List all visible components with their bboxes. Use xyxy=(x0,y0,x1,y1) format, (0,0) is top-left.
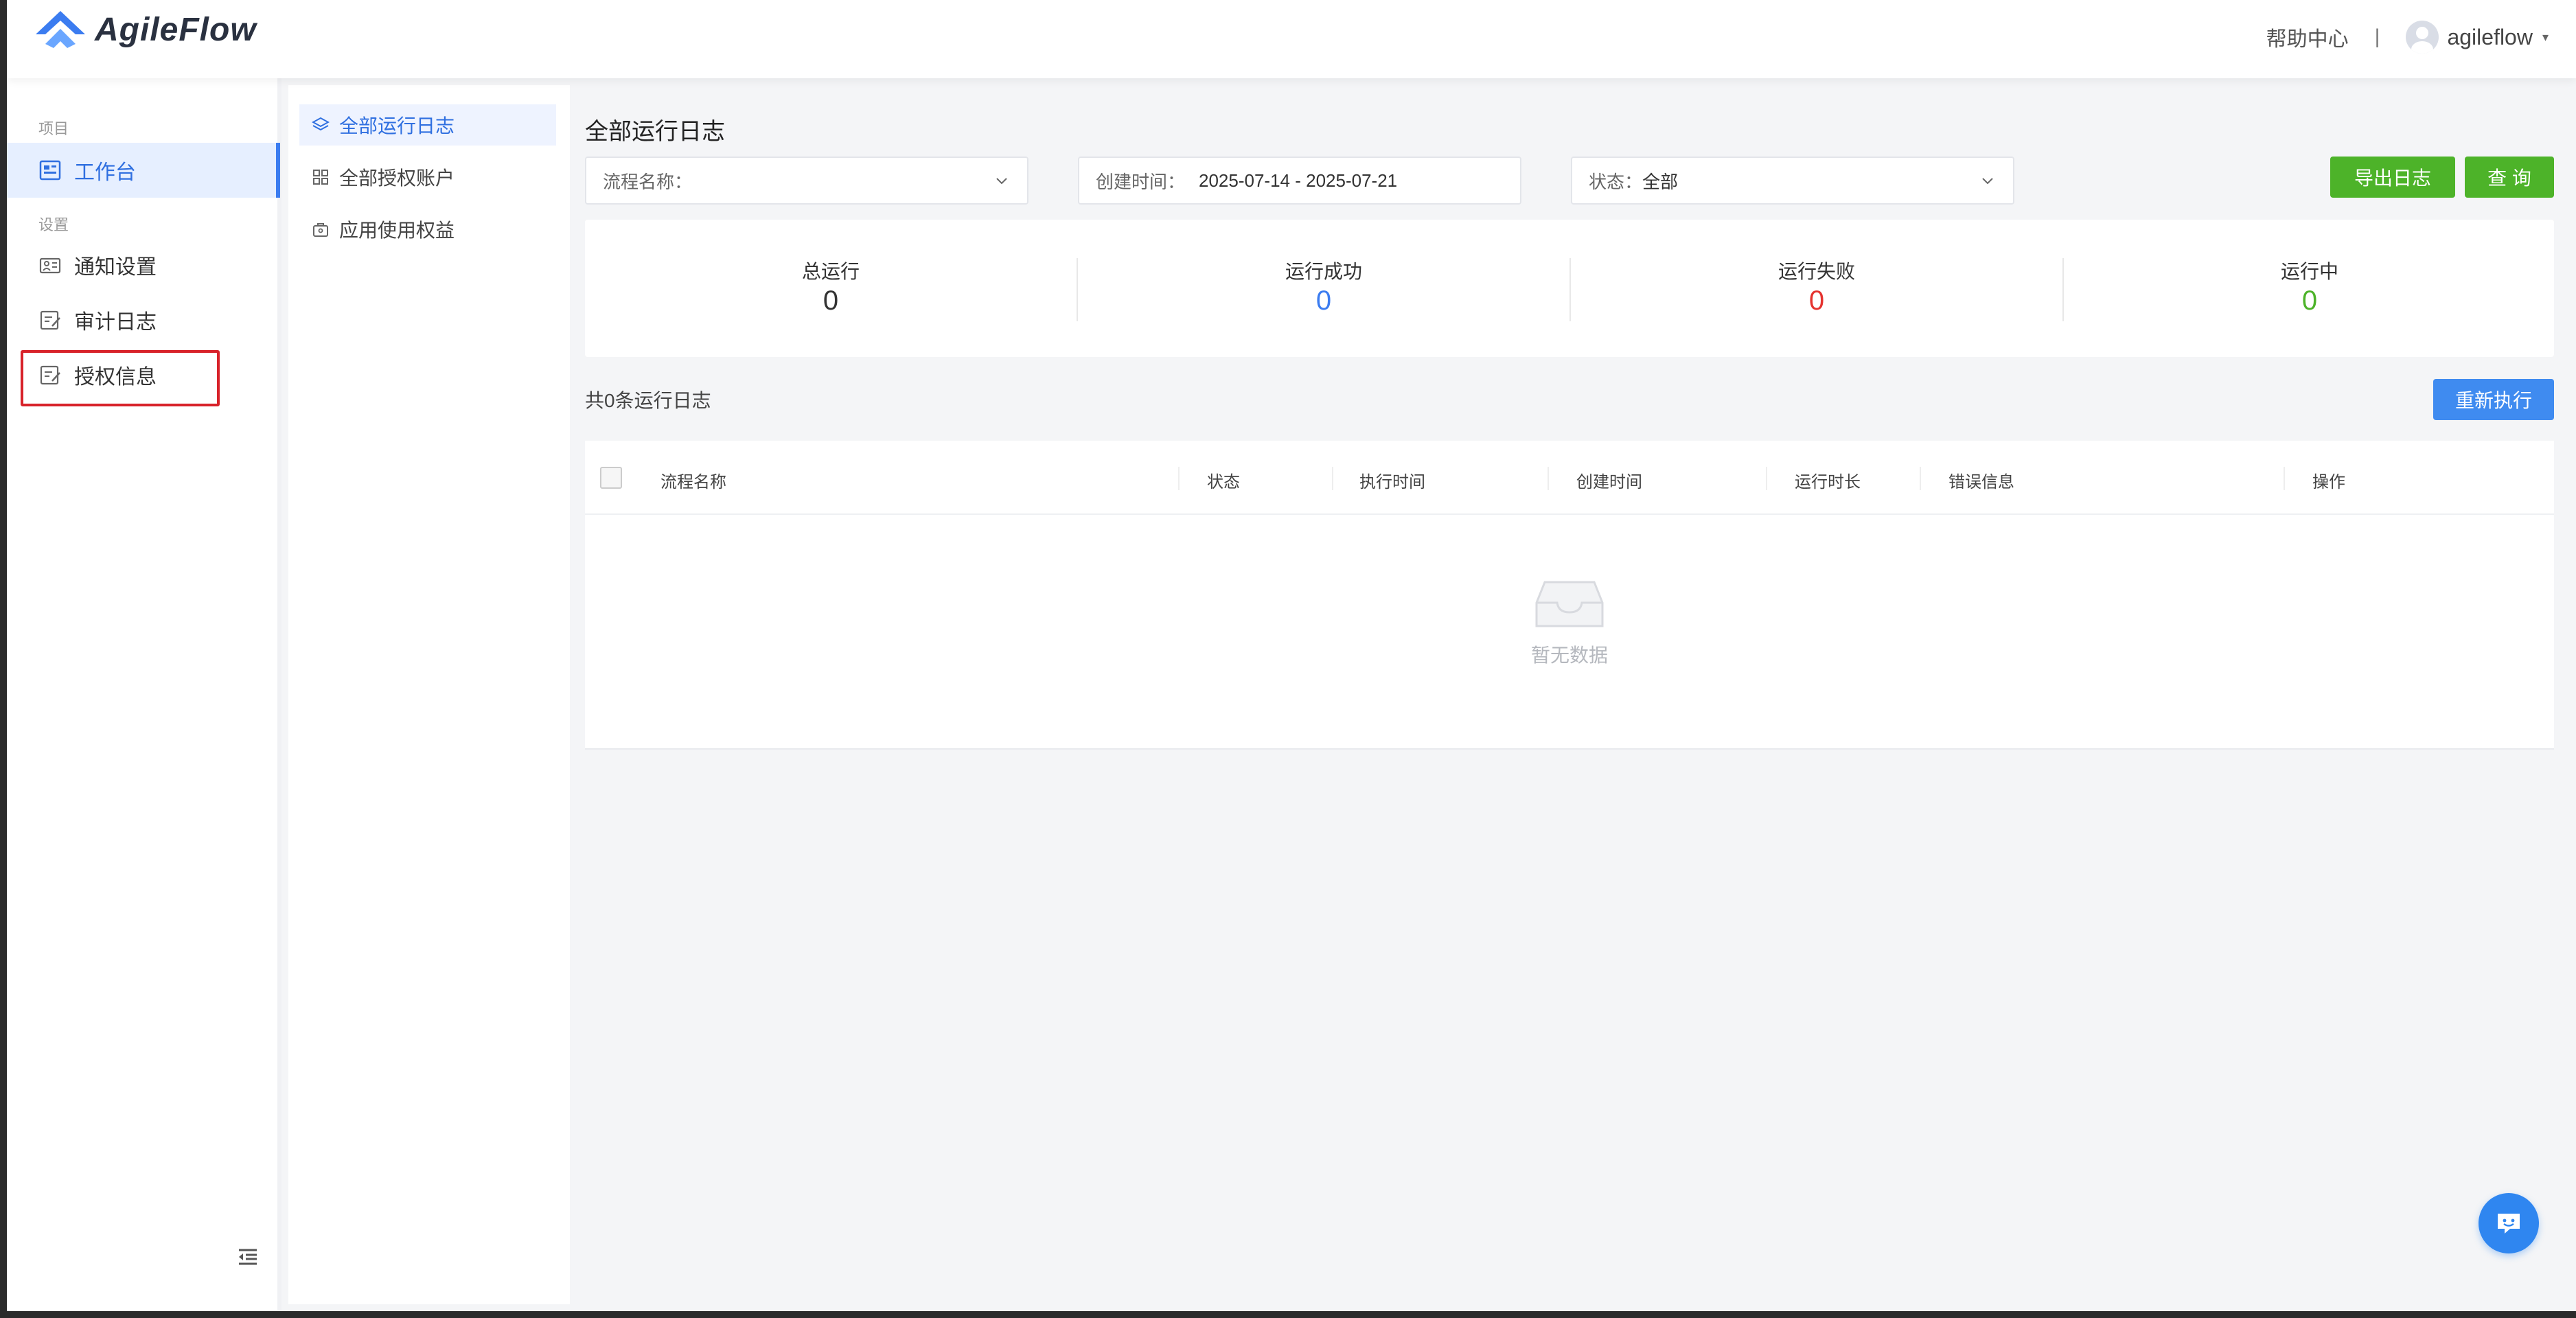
notification-settings-icon xyxy=(39,257,61,274)
empty-text: 暂无数据 xyxy=(1530,645,1608,666)
stat-value: 0 xyxy=(2301,286,2318,316)
created-time-range-picker[interactable]: 创建时间： 2025-07-14 - 2025-07-21 xyxy=(1078,157,1521,205)
status-select[interactable]: 状态： 全部 xyxy=(1571,157,2014,205)
column-header-actions: 操作 xyxy=(2312,473,2345,492)
dashboard-icon xyxy=(39,160,61,181)
column-header-exec-time[interactable]: 执行时间 xyxy=(1359,468,1425,492)
stat-running: 运行中 0 xyxy=(2064,220,2555,357)
stat-label: 运行失败 xyxy=(1778,261,1855,282)
select-all-checkbox[interactable] xyxy=(600,467,622,489)
sidebar-item-label: 工作台 xyxy=(74,161,136,184)
created-time-value: 2025-07-14 - 2025-07-21 xyxy=(1199,170,1398,191)
subnav-item-label: 应用使用权益 xyxy=(339,220,455,241)
chevron-down-icon xyxy=(996,178,1007,185)
audit-log-icon xyxy=(40,310,60,330)
subnav-item-all-authorized-accounts[interactable]: 全部授权账户 xyxy=(299,157,556,198)
stat-failed: 运行失败 0 xyxy=(1571,220,2062,357)
rerun-button[interactable]: 重新执行 xyxy=(2433,379,2554,420)
help-center-link[interactable]: 帮助中心 xyxy=(2266,22,2349,52)
subnav-item-app-usage-rights[interactable]: 应用使用权益 xyxy=(299,209,556,250)
flow-name-select[interactable]: 流程名称： xyxy=(585,157,1028,205)
stat-label: 总运行 xyxy=(801,261,860,282)
sidebar-item-notification-settings[interactable]: 通知设置 xyxy=(7,238,280,292)
layers-icon xyxy=(312,117,330,131)
sidebar-item-audit-log[interactable]: 审计日志 xyxy=(7,292,280,347)
bag-icon xyxy=(313,223,328,237)
column-header-duration[interactable]: 运行时长 xyxy=(1795,468,1861,492)
chat-icon xyxy=(2498,1214,2520,1234)
sidebar-item-label: 审计日志 xyxy=(74,311,157,334)
subnav-item-label: 全部运行日志 xyxy=(339,115,455,137)
column-divider xyxy=(1920,467,1921,490)
query-button[interactable]: 查 询 xyxy=(2465,157,2554,198)
app-window: AgileFlow 帮助中心 | agileflow ▾ 项目 工作台 设置 通… xyxy=(7,0,2576,1311)
highlight-box xyxy=(21,350,220,406)
sidebar-item-workbench[interactable]: 工作台 xyxy=(7,143,280,198)
top-header: AgileFlow 帮助中心 | agileflow ▾ xyxy=(7,0,2576,78)
column-header-created-time[interactable]: 创建时间 xyxy=(1576,468,1642,492)
column-divider xyxy=(1766,467,1767,490)
log-count: 共0条运行日志 xyxy=(585,390,711,411)
run-log-table: 流程名称 状态 执行时间 创建时间 运行时长 错误信息 操作 暂无数据 xyxy=(585,441,2554,750)
stat-label: 运行中 xyxy=(2280,261,2338,282)
agileflow-logo-icon xyxy=(36,11,85,48)
user-avatar-icon[interactable] xyxy=(2406,21,2439,54)
flow-name-label: 流程名称： xyxy=(603,171,693,192)
subnav-item-all-run-logs[interactable]: 全部运行日志 xyxy=(299,104,556,146)
stat-value: 0 xyxy=(1315,286,1332,316)
status-label: 状态： xyxy=(1589,171,1643,192)
column-header-flow-name[interactable]: 流程名称 xyxy=(660,468,726,492)
user-menu[interactable]: agileflow xyxy=(2447,25,2533,50)
collapse-menu-icon[interactable] xyxy=(236,1245,260,1269)
secondary-nav: 全部运行日志 全部授权账户 应用使用权益 xyxy=(288,85,570,1304)
column-divider xyxy=(2284,467,2285,490)
app-logo[interactable]: AgileFlow xyxy=(33,8,257,51)
grid-icon xyxy=(313,170,328,185)
subnav-item-label: 全部授权账户 xyxy=(339,167,455,189)
sidebar-group-settings: 设置 xyxy=(38,216,69,233)
empty-state: 暂无数据 xyxy=(585,575,2554,668)
stat-total: 总运行 0 xyxy=(585,220,1077,357)
stat-label: 运行成功 xyxy=(1285,261,1362,282)
export-log-button[interactable]: 导出日志 xyxy=(2330,157,2455,198)
page-title: 全部运行日志 xyxy=(585,119,725,145)
column-divider xyxy=(1178,467,1180,490)
empty-inbox-icon xyxy=(1535,581,1604,627)
table-header: 流程名称 状态 执行时间 创建时间 运行时长 错误信息 操作 xyxy=(585,441,2554,515)
stat-value: 0 xyxy=(823,286,839,316)
stats-panel: 总运行 0 运行成功 0 运行失败 0 运行中 0 xyxy=(585,220,2554,357)
column-divider xyxy=(1548,467,1549,490)
column-header-status[interactable]: 状态 xyxy=(1207,468,1240,492)
sidebar: 项目 工作台 设置 通知设置 审计日志 授权信息 xyxy=(7,78,281,1311)
chat-support-button[interactable] xyxy=(2479,1193,2539,1253)
sidebar-item-label: 通知设置 xyxy=(74,256,157,279)
chevron-down-icon[interactable]: ▾ xyxy=(2542,30,2549,45)
created-time-label: 创建时间： xyxy=(1096,171,1186,192)
status-value: 全部 xyxy=(1642,171,1679,192)
stat-success: 运行成功 0 xyxy=(1078,220,1569,357)
column-header-error-info[interactable]: 错误信息 xyxy=(1948,468,2014,492)
table-bottom-border xyxy=(585,748,2554,750)
column-divider xyxy=(1332,467,1333,490)
header-separator: | xyxy=(2374,25,2380,48)
sidebar-group-project: 项目 xyxy=(38,120,69,137)
app-name: AgileFlow xyxy=(95,11,257,48)
stat-value: 0 xyxy=(1808,286,1825,316)
chevron-down-icon xyxy=(1982,178,1993,185)
